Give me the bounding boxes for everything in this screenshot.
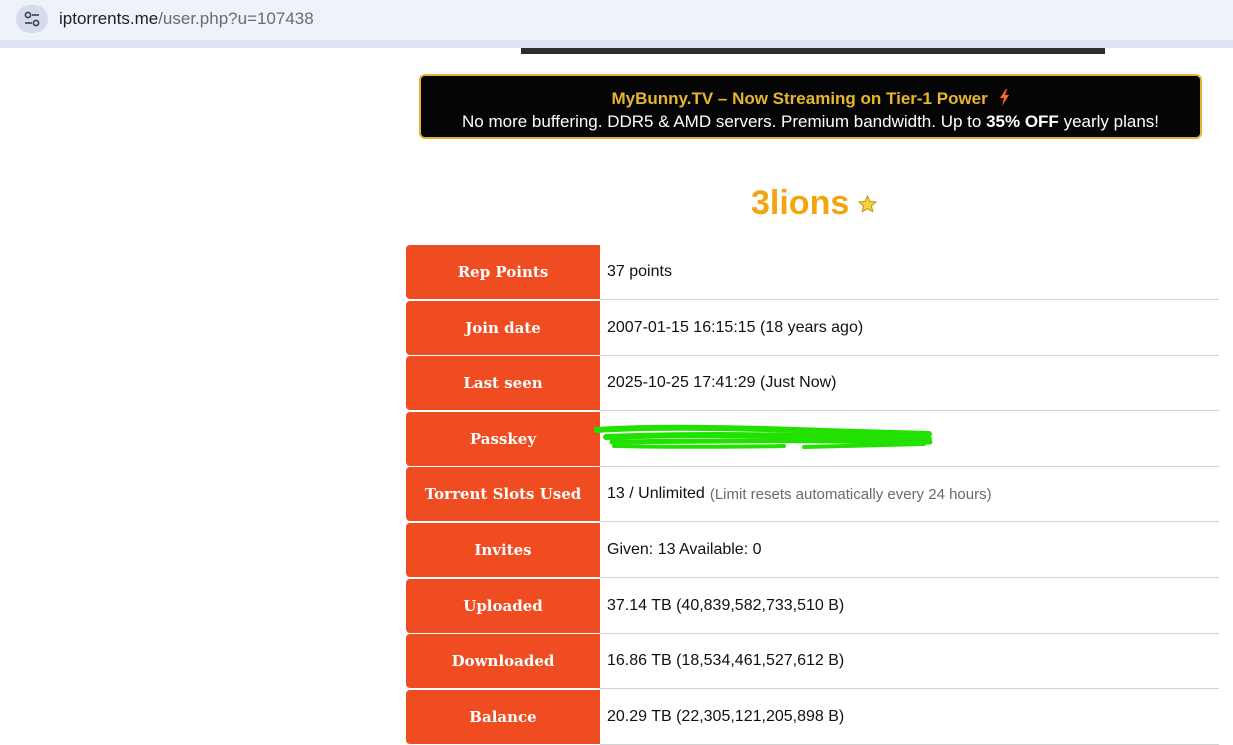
stat-value: 2025-10-25 17:41:29 (Just Now) [600,356,1219,412]
table-row: Passkey [406,411,1219,468]
stat-value: 13 / Unlimited (Limit resets automaticall… [600,467,1219,523]
stat-label: Rep Points [406,245,600,299]
table-row: Balance 20.29 TB (22,305,121,205,898 B) [406,689,1219,745]
promo-discount: 35% OFF [986,112,1059,131]
profile-header: 3lions [751,184,877,223]
redaction-scribble [594,424,933,449]
stat-value: 2007-01-15 16:15:15 (18 years ago) [600,301,1219,356]
table-row: Rep Points 37 points [406,245,1219,301]
user-stats-table: Rep Points 37 points Join date 2007-01-1… [406,245,1219,745]
top-strip-divider [521,48,1105,54]
table-row: Last seen 2025-10-25 17:41:29 (Just Now) [406,356,1219,412]
table-row: Torrent Slots Used 13 / Unlimited (Limit … [406,467,1219,523]
browser-toolbar-edge [0,40,1233,48]
slots-note: (Limit resets automatically every 24 hou… [709,485,992,503]
stat-label: Last seen [406,356,600,411]
promo-title: MyBunny.TV – Now Streaming on Tier-1 Pow… [421,89,1200,109]
stat-label: Passkey [406,411,600,466]
star-icon [858,195,877,218]
browser-address-bar: iptorrents.me/user.php?u=107438 [0,0,1233,40]
url-field[interactable]: iptorrents.me/user.php?u=107438 [59,9,314,29]
table-row: Invites Given: 13 Available: 0 [406,522,1219,579]
username: 3lions [751,184,850,222]
stat-label: Join date [406,300,600,355]
url-path: /user.php?u=107438 [158,9,314,28]
table-row: Uploaded 37.14 TB (40,839,582,733,510 B) [406,578,1219,635]
stat-label: Invites [406,522,600,577]
stat-value: 37.14 TB (40,839,582,733,510 B) [600,579,1219,634]
stat-value: 20.29 TB (22,305,121,205,898 B) [600,690,1219,745]
promo-text: No more buffering. DDR5 & AMD servers. P… [462,112,1159,131]
url-host: iptorrents.me [59,9,159,28]
stat-label: Torrent Slots Used [406,467,600,522]
stat-label: Uploaded [406,578,600,633]
table-row: Join date 2007-01-15 16:15:15 (18 years … [406,300,1219,357]
site-settings-icon[interactable] [16,5,48,33]
stat-value: Given: 13 Available: 0 [600,523,1219,578]
table-row: Downloaded 16.86 TB (18,534,461,527,612 … [406,634,1219,690]
promo-banner[interactable]: MyBunny.TV – Now Streaming on Tier-1 Pow… [419,74,1202,139]
lightning-bolt-icon [994,89,1010,108]
stat-value: 37 points [600,245,1219,300]
stat-label: Balance [406,689,600,744]
stat-value: 16.86 TB (18,534,461,527,612 B) [600,634,1219,690]
stat-label: Downloaded [406,634,600,689]
